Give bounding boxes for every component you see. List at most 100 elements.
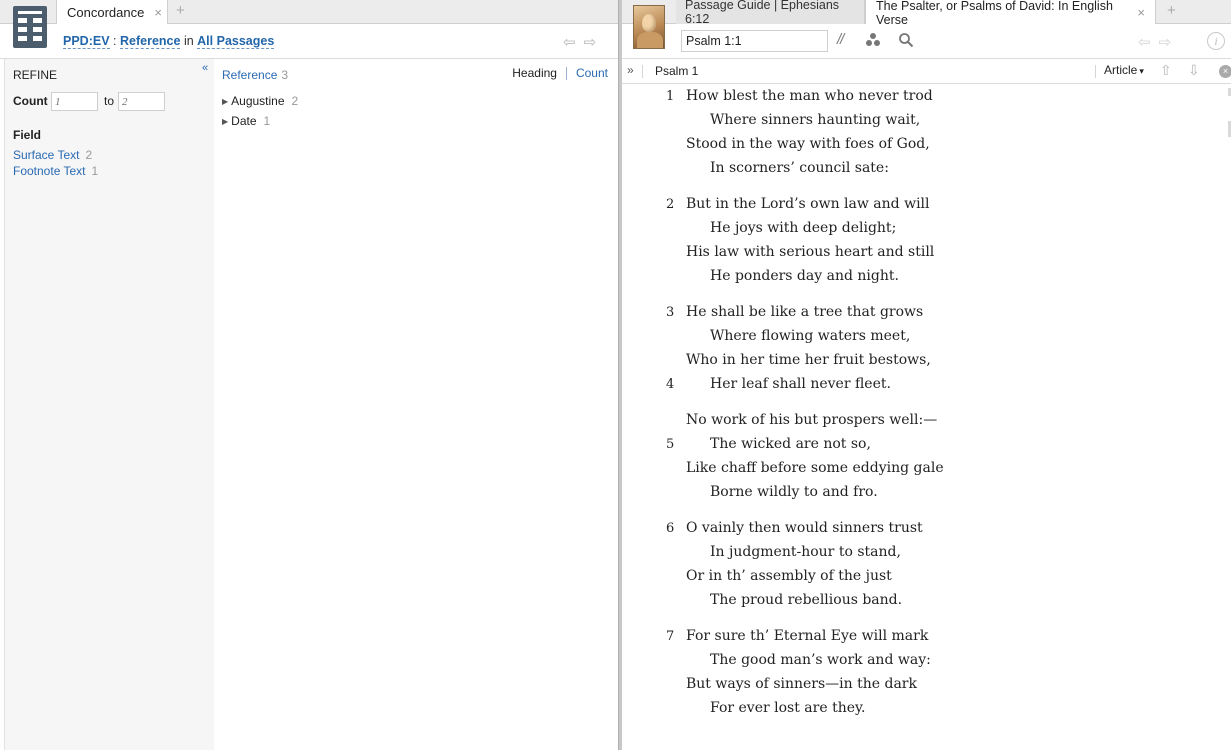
- count-to-label: to: [104, 94, 115, 108]
- field-label: Footnote Text: [13, 164, 86, 178]
- tree-item-label: Augustine: [231, 94, 285, 108]
- psalm-line: He joys with deep delight;: [710, 220, 897, 236]
- tree-item-date[interactable]: ▶ Date 1: [222, 114, 270, 128]
- expand-triangle-icon[interactable]: ▶: [222, 117, 228, 126]
- verse-number: 2: [666, 197, 675, 212]
- expand-triangle-icon[interactable]: ▶: [222, 97, 228, 106]
- psalm-line: For sure th’ Eternal Eye will mark: [686, 628, 929, 644]
- count-from-input[interactable]: [51, 92, 98, 111]
- tab-passage-guide[interactable]: Passage Guide | Ephesians 6:12: [676, 0, 865, 26]
- article-dropdown[interactable]: Article ▾: [1104, 63, 1144, 77]
- psalm-line: The good man’s work and way:: [710, 652, 931, 668]
- add-tab-icon[interactable]: +: [1167, 2, 1176, 19]
- sort-divider: [565, 66, 567, 80]
- tree-item-augustine[interactable]: ▶ Augustine 2: [222, 94, 298, 108]
- add-tab-icon[interactable]: +: [176, 2, 185, 19]
- psalm-line: For ever lost are they.: [710, 700, 866, 716]
- field-count: 2: [85, 148, 93, 162]
- psalm-line: Her leaf shall never fleet.: [710, 376, 891, 392]
- sort-options: Heading Count: [512, 66, 608, 80]
- field-label: Surface Text: [13, 148, 80, 162]
- sort-heading[interactable]: Heading: [512, 66, 557, 80]
- forward-arrow-icon[interactable]: ⇨: [1159, 34, 1180, 51]
- results-pane: Reference 3 Heading Count ▶ Augustine 2 ▶ …: [214, 59, 618, 750]
- type-link[interactable]: Reference: [120, 34, 181, 49]
- psalm-line: No work of his but prospers well:—: [686, 412, 938, 428]
- psalm-line: In scorners’ council sate:: [710, 160, 889, 176]
- previous-article-icon[interactable]: ⇧: [1160, 62, 1172, 79]
- expand-icon[interactable]: »: [627, 63, 634, 77]
- psalm-line: The proud rebellious band.: [710, 592, 903, 608]
- field-title: Field: [13, 128, 42, 142]
- psalm-line: But in the Lord’s own law and will: [686, 196, 930, 212]
- left-tab-bar: Concordance × +: [0, 0, 618, 25]
- psalm-line: Borne wildly to and fro.: [710, 484, 878, 500]
- search-icon[interactable]: [898, 32, 914, 51]
- results-header-count: 3: [281, 68, 289, 82]
- chevron-down-icon: ▾: [1139, 66, 1144, 76]
- resource-cover-image[interactable]: [633, 5, 665, 49]
- tree-item-count: 2: [291, 94, 299, 108]
- verse-number: 7: [666, 629, 675, 644]
- psalter-panel: Passage Guide | Ephesians 6:12 The Psalt…: [622, 0, 1231, 750]
- resource-link[interactable]: PPD:EV: [63, 34, 110, 49]
- history-nav: ⇦⇨: [1138, 33, 1179, 51]
- psalm-line: He ponders day and night.: [710, 268, 899, 284]
- refine-sidebar: REFINE « Count to Field Surface Text 2 Fo…: [4, 59, 214, 750]
- field-surface-text[interactable]: Surface Text 2: [13, 148, 92, 162]
- scrollbar[interactable]: [1223, 84, 1231, 750]
- tab-concordance[interactable]: Concordance ×: [56, 0, 168, 25]
- back-arrow-icon[interactable]: ⇦: [563, 34, 584, 51]
- info-icon[interactable]: i: [1207, 32, 1225, 50]
- psalm-line: O vainly then would sinners trust: [686, 520, 923, 536]
- visual-filter-icon[interactable]: [865, 32, 881, 51]
- psalm-line: The wicked are not so,: [710, 436, 871, 452]
- count-to-input[interactable]: [118, 92, 165, 111]
- query-in-word: in: [183, 34, 194, 48]
- psalm-line: In judgment-hour to stand,: [710, 544, 901, 560]
- tree-item-label: Date: [231, 114, 257, 128]
- refine-title: REFINE: [13, 68, 58, 82]
- verse-number: 1: [666, 89, 675, 104]
- tab-label: Concordance: [67, 5, 145, 20]
- forward-arrow-icon[interactable]: ⇨: [584, 34, 605, 51]
- right-toolbar: // ⇦⇨ i: [622, 24, 1231, 59]
- results-header[interactable]: Reference 3: [222, 68, 288, 82]
- close-section-icon[interactable]: ×: [1219, 65, 1231, 78]
- count-label: Count: [13, 94, 48, 108]
- concordance-panel: Concordance × + ▼ PPD:EV : Reference in …: [0, 0, 618, 750]
- verse-number: 5: [666, 437, 675, 452]
- tree-item-count: 1: [263, 114, 271, 128]
- verse-number: 4: [666, 377, 675, 392]
- verse-number: 3: [666, 305, 675, 320]
- tab-label: The Psalter, or Psalms of David: In Engl…: [876, 0, 1113, 27]
- next-article-icon[interactable]: ⇩: [1188, 62, 1200, 79]
- scope-link[interactable]: All Passages: [197, 34, 275, 49]
- query-separator: :: [113, 34, 117, 48]
- close-icon[interactable]: ×: [1137, 5, 1145, 20]
- concordance-app-icon[interactable]: [13, 6, 47, 48]
- psalm-line: Where flowing waters meet,: [710, 328, 911, 344]
- psalm-line: Where sinners haunting wait,: [710, 112, 921, 128]
- collapse-sidebar-icon[interactable]: «: [202, 62, 208, 74]
- field-count: 1: [91, 164, 99, 178]
- divider: [642, 65, 643, 78]
- sort-count[interactable]: Count: [576, 66, 608, 80]
- field-footnote-text[interactable]: Footnote Text 1: [13, 164, 98, 178]
- back-arrow-icon[interactable]: ⇦: [1138, 34, 1159, 51]
- close-icon[interactable]: ×: [154, 5, 162, 20]
- divider: [1095, 65, 1096, 78]
- psalm-line: He shall be like a tree that grows: [686, 304, 924, 320]
- psalm-line: Like chaff before some eddying gale: [686, 460, 944, 476]
- results-header-label: Reference: [222, 68, 278, 82]
- psalm-text: 1 How blest the man who never trod Where…: [622, 84, 1222, 750]
- psalm-line: Or in th’ assembly of the just: [686, 568, 892, 584]
- verse-number: 6: [666, 521, 675, 536]
- tab-psalter[interactable]: The Psalter, or Psalms of David: In Engl…: [865, 0, 1156, 27]
- section-title: Psalm 1: [655, 64, 699, 78]
- psalm-line: But ways of sinners—in the dark: [686, 676, 917, 692]
- query-line: PPD:EV : Reference in All Passages: [63, 34, 275, 49]
- parallel-resources-icon[interactable]: //: [837, 31, 844, 48]
- left-toolbar: PPD:EV : Reference in All Passages ⇦⇨: [0, 24, 618, 59]
- reference-input[interactable]: [681, 30, 828, 52]
